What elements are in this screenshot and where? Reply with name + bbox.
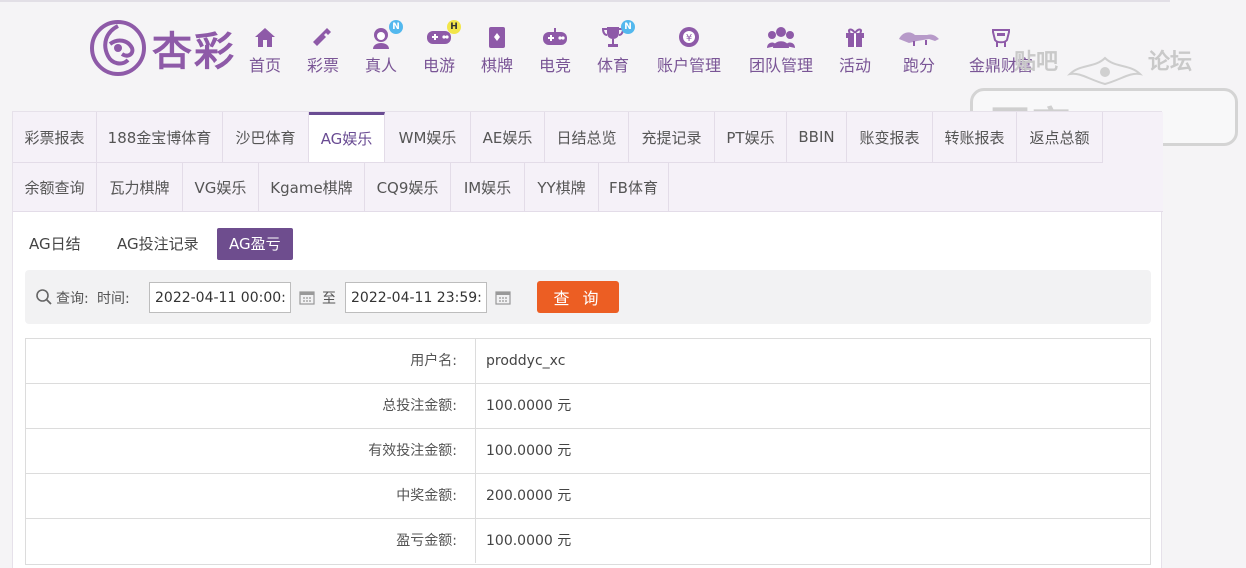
nav-live[interactable]: N 真人	[364, 20, 403, 76]
ornament-icon	[1066, 56, 1144, 86]
nav-esports-label: 电竞	[538, 56, 571, 75]
subtab-ag-profit[interactable]: AG盈亏	[217, 228, 293, 260]
tab-im-casino[interactable]: IM娱乐	[451, 162, 525, 212]
nav-home-label: 首页	[248, 56, 281, 75]
table-row: 总投注金额: 100.0000 元	[26, 384, 1150, 429]
nav-account-label: 账户管理	[656, 56, 721, 75]
svg-text:¥: ¥	[686, 33, 692, 44]
tab-deposit-withdraw[interactable]: 充提记录	[629, 112, 715, 162]
tab-wali-cards[interactable]: 瓦力棋牌	[97, 162, 183, 212]
nav-team[interactable]: 团队管理	[746, 24, 816, 76]
row-value: 100.0000 元	[486, 533, 572, 549]
tab-ae-casino[interactable]: AE娱乐	[471, 112, 545, 162]
tab-balance-query[interactable]: 余额查询	[13, 162, 97, 212]
tab-pt-casino[interactable]: PT娱乐	[715, 112, 787, 162]
row-value: 100.0000 元	[486, 443, 572, 459]
nav-home[interactable]: 首页	[248, 24, 282, 76]
end-time-input[interactable]	[345, 282, 487, 313]
nav-cards[interactable]: 棋牌	[480, 24, 514, 76]
nav-wealth[interactable]: 金鼎财富	[966, 24, 1036, 76]
nav-live-label: 真人	[364, 56, 397, 75]
nav-sports[interactable]: N 体育	[596, 20, 635, 76]
tab-fb-sports[interactable]: FB体育	[599, 162, 669, 212]
table-row: 用户名: proddyc_xc	[26, 339, 1150, 384]
table-row: 中奖金额: 200.0000 元	[26, 474, 1150, 519]
watermark-text-right: 论坛	[1148, 50, 1193, 75]
start-time-input[interactable]	[149, 282, 291, 313]
report-tabs: 彩票报表 188金宝博体育 沙巴体育 AG娱乐 WM娱乐 AE娱乐 日结总览 充…	[13, 112, 1163, 212]
row-label: 总投注金额:	[26, 384, 476, 428]
tab-cq9-casino[interactable]: CQ9娱乐	[365, 162, 451, 212]
row-value: proddyc_xc	[486, 353, 566, 369]
summary-table: 用户名: proddyc_xc 总投注金额: 100.0000 元 有效投注金额…	[25, 338, 1151, 565]
row-label: 用户名:	[26, 339, 476, 383]
hot-badge: H	[447, 20, 461, 34]
nav-running-label: 跑分	[902, 56, 935, 75]
tab-daily-overview[interactable]: 日结总览	[545, 112, 629, 162]
gamepad-icon: H	[425, 20, 461, 50]
table-row: 盈亏金额: 100.0000 元	[26, 519, 1150, 564]
nav-cards-label: 棋牌	[480, 56, 513, 75]
brand-emblem-icon	[90, 20, 146, 76]
tab-vg-casino[interactable]: VG娱乐	[183, 162, 259, 212]
tab-transfer-report[interactable]: 转账报表	[933, 112, 1017, 162]
account-icon: ¥	[675, 24, 703, 50]
esports-gamepad-icon	[541, 24, 569, 50]
nav-slots-label: 电游	[422, 56, 455, 75]
table-row: 有效投注金额: 100.0000 元	[26, 429, 1150, 474]
query-label: 查询:	[56, 291, 89, 307]
tab-bbin[interactable]: BBIN	[787, 112, 847, 162]
cauldron-icon	[987, 24, 1015, 50]
page: 杏彩 首页 彩票 N 真人 H 电游 棋牌 电竞 N 体育 ¥ 账户管理 团队管…	[0, 0, 1246, 568]
range-separator: 至	[322, 291, 336, 307]
tab-188bet-sports[interactable]: 188金宝博体育	[97, 112, 223, 162]
tab-kgame-cards[interactable]: Kgame棋牌	[259, 162, 365, 212]
query-bar: 查询: 时间: 至 查 询	[25, 270, 1151, 324]
calendar-icon[interactable]	[299, 289, 315, 305]
tab-lottery-report[interactable]: 彩票报表	[13, 112, 97, 162]
nav-sports-label: 体育	[596, 56, 629, 75]
new-badge: N	[621, 20, 635, 34]
subtab-ag-bets[interactable]: AG投注记录	[105, 228, 211, 260]
nav-promo-label: 活动	[838, 56, 871, 75]
row-value: 100.0000 元	[486, 398, 572, 414]
trophy-icon: N	[599, 20, 635, 50]
tab-ag-casino[interactable]: AG娱乐	[309, 112, 385, 162]
search-icon	[36, 289, 52, 305]
tab-saba-sports[interactable]: 沙巴体育	[223, 112, 309, 162]
row-label: 盈亏金额:	[26, 519, 476, 563]
subtab-ag-daily[interactable]: AG日结	[17, 228, 93, 260]
cards-icon	[483, 24, 511, 50]
tab-yy-cards[interactable]: YY棋牌	[525, 162, 599, 212]
row-label: 有效投注金额:	[26, 429, 476, 473]
team-icon	[767, 24, 795, 50]
brand-logo[interactable]: 杏彩	[88, 18, 236, 78]
new-badge: N	[389, 20, 403, 34]
tab-balance-change[interactable]: 账变报表	[847, 112, 933, 162]
brand-name: 杏彩	[152, 28, 236, 75]
tab-rebate-total[interactable]: 返点总额	[1017, 112, 1103, 162]
gift-icon	[841, 24, 869, 50]
nav-account[interactable]: ¥ 账户管理	[654, 24, 724, 76]
row-value: 200.0000 元	[486, 488, 572, 504]
nav-team-label: 团队管理	[748, 56, 813, 75]
nav-promo[interactable]: 活动	[838, 24, 872, 76]
running-pig-icon	[897, 24, 941, 50]
tab-wm-casino[interactable]: WM娱乐	[385, 112, 471, 162]
live-dealer-icon: N	[367, 20, 403, 50]
nav-wealth-label: 金鼎财富	[968, 56, 1033, 75]
top-divider	[0, 0, 1170, 2]
nav-running[interactable]: 跑分	[896, 24, 942, 76]
report-card: 彩票报表 188金宝博体育 沙巴体育 AG娱乐 WM娱乐 AE娱乐 日结总览 充…	[12, 111, 1163, 568]
lottery-ticket-icon	[309, 24, 337, 50]
query-button[interactable]: 查 询	[537, 281, 619, 313]
calendar-icon[interactable]	[495, 289, 511, 305]
nav-slots[interactable]: H 电游	[422, 20, 461, 76]
row-label: 中奖金额:	[26, 474, 476, 518]
nav-esports[interactable]: 电竞	[538, 24, 572, 76]
time-label: 时间:	[97, 291, 130, 307]
home-icon	[251, 24, 279, 50]
nav-lottery-label: 彩票	[306, 56, 339, 75]
nav-lottery[interactable]: 彩票	[306, 24, 340, 76]
